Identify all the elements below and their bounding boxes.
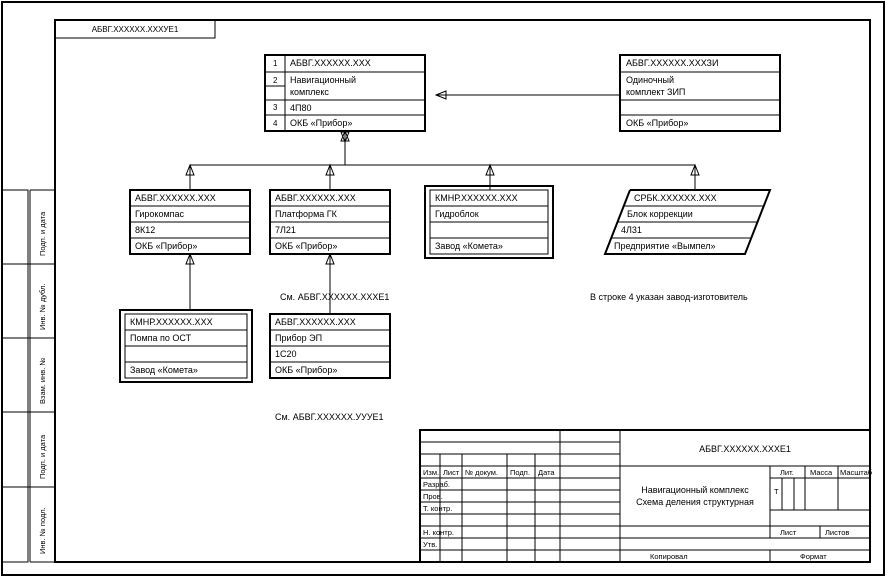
svg-text:2: 2 bbox=[273, 76, 278, 85]
svg-text:Инв. № подл.: Инв. № подл. bbox=[38, 507, 47, 554]
svg-text:4Л31: 4Л31 bbox=[621, 225, 642, 235]
svg-text:АБВГ.ХХХХХХ.ХХХ: АБВГ.ХХХХХХ.ХХХ bbox=[275, 193, 356, 203]
platform-box: АБВГ.ХХХХХХ.ХХХ Платформа ГК 7Л21 ОКБ «П… bbox=[270, 190, 390, 254]
ep-note: См. АБВГ.ХХХХХХ.УУУЕ1 bbox=[275, 412, 384, 422]
svg-text:4: 4 bbox=[273, 119, 278, 128]
svg-text:Масштаб: Масштаб bbox=[840, 468, 872, 477]
svg-text:Разраб.: Разраб. bbox=[423, 480, 450, 489]
svg-text:Н. контр.: Н. контр. bbox=[423, 528, 454, 537]
svg-text:АБВГ.ХХХХХХ.ХХХ: АБВГ.ХХХХХХ.ХХХ bbox=[275, 317, 356, 327]
svg-text:Масса: Масса bbox=[810, 468, 833, 477]
svg-text:Платформа ГК: Платформа ГК bbox=[275, 209, 338, 219]
svg-text:АБВГ.ХХХХХХ.ХХХЕ1: АБВГ.ХХХХХХ.ХХХЕ1 bbox=[699, 444, 791, 454]
svg-text:Изм.: Изм. bbox=[423, 468, 439, 477]
svg-text:Схема деления структурная: Схема деления структурная bbox=[636, 497, 754, 507]
gyro-box: АБВГ.ХХХХХХ.ХХХ Гирокомпас 8К12 ОКБ «При… bbox=[130, 190, 250, 254]
svg-text:8К12: 8К12 bbox=[135, 225, 155, 235]
svg-text:7Л21: 7Л21 bbox=[275, 225, 296, 235]
svg-text:Одиночный: Одиночный bbox=[626, 75, 674, 85]
svg-text:Блок коррекции: Блок коррекции bbox=[627, 209, 693, 219]
platform-note: См. АБВГ.ХХХХХХ.ХХХЕ1 bbox=[280, 292, 389, 302]
svg-text:Навигационный комплекс: Навигационный комплекс bbox=[641, 485, 749, 495]
svg-text:Утв.: Утв. bbox=[423, 540, 437, 549]
svg-text:№ докум.: № докум. bbox=[465, 468, 498, 477]
side-stamp: Подп. и дата Инв. № дубл. Взам. инв. № П… bbox=[38, 211, 47, 554]
svg-text:Предприятие «Вымпел»: Предприятие «Вымпел» bbox=[614, 241, 715, 251]
svg-text:Лист: Лист bbox=[780, 528, 797, 537]
svg-text:Лист: Лист bbox=[443, 468, 460, 477]
svg-text:комплекс: комплекс bbox=[290, 87, 329, 97]
zip-box: АБВГ.ХХХХХХ.ХХХЗИ Одиночный комплект ЗИП… bbox=[620, 55, 780, 131]
corner-code: АБВГ.ХХХХХХ.ХХХУЕ1 bbox=[92, 25, 179, 34]
svg-text:Формат: Формат bbox=[800, 552, 827, 561]
svg-text:АБВГ.ХХХХХХ.ХХХ: АБВГ.ХХХХХХ.ХХХ bbox=[135, 193, 216, 203]
svg-text:Лит.: Лит. bbox=[780, 468, 794, 477]
svg-text:КМНР.ХХХХХХ.ХХХ: КМНР.ХХХХХХ.ХХХ bbox=[130, 317, 213, 327]
svg-text:Т: Т bbox=[774, 487, 779, 496]
svg-text:КМНР.ХХХХХХ.ХХХ: КМНР.ХХХХХХ.ХХХ bbox=[435, 193, 518, 203]
hydroblok-box: КМНР.ХХХХХХ.ХХХ Гидроблок Завод «Комета» bbox=[425, 186, 553, 258]
root-box: 1 2 3 4 АБВГ.ХХХХХХ.ХХХ Навигационный ко… bbox=[265, 55, 425, 131]
svg-text:Гидроблок: Гидроблок bbox=[435, 209, 479, 219]
pump-box: КМНР.ХХХХХХ.ХХХ Помпа по ОСТ Завод «Коме… bbox=[120, 310, 252, 382]
svg-text:ОКБ «Прибор»: ОКБ «Прибор» bbox=[290, 118, 352, 128]
svg-text:ОКБ «Прибор»: ОКБ «Прибор» bbox=[275, 365, 337, 375]
svg-text:АБВГ.ХХХХХХ.ХХХ: АБВГ.ХХХХХХ.ХХХ bbox=[290, 58, 371, 68]
svg-text:Копировал: Копировал bbox=[650, 552, 688, 561]
svg-text:комплект ЗИП: комплект ЗИП bbox=[626, 87, 685, 97]
correction-note: В строке 4 указан завод-изготовитель bbox=[590, 292, 748, 302]
svg-text:Пров.: Пров. bbox=[423, 492, 443, 501]
title-block: Изм. Лист № докум. Подп. Дата Разраб. Пр… bbox=[420, 430, 872, 562]
correction-box: СРБК.ХХХХХХ.ХХХ Блок коррекции 4Л31 Пред… bbox=[605, 190, 770, 254]
svg-text:4П80: 4П80 bbox=[290, 103, 312, 113]
svg-text:АБВГ.ХХХХХХ.ХХХЗИ: АБВГ.ХХХХХХ.ХХХЗИ bbox=[626, 58, 718, 68]
svg-text:Листов: Листов bbox=[825, 528, 849, 537]
svg-text:Подп. и дата: Подп. и дата bbox=[38, 211, 47, 256]
svg-text:Т. контр.: Т. контр. bbox=[423, 504, 452, 513]
svg-text:СРБК.ХХХХХХ.ХХХ: СРБК.ХХХХХХ.ХХХ bbox=[634, 193, 717, 203]
svg-text:ОКБ «Прибор»: ОКБ «Прибор» bbox=[135, 241, 197, 251]
svg-text:3: 3 bbox=[273, 103, 278, 112]
svg-text:ОКБ «Прибор»: ОКБ «Прибор» bbox=[626, 118, 688, 128]
svg-text:Завод «Комета»: Завод «Комета» bbox=[130, 365, 198, 375]
svg-text:Завод «Комета»: Завод «Комета» bbox=[435, 241, 503, 251]
svg-text:1С20: 1С20 bbox=[275, 349, 297, 359]
svg-text:Навигационный: Навигационный bbox=[290, 75, 356, 85]
svg-text:ОКБ «Прибор»: ОКБ «Прибор» bbox=[275, 241, 337, 251]
svg-text:Помпа по ОСТ: Помпа по ОСТ bbox=[130, 333, 192, 343]
svg-text:Гирокомпас: Гирокомпас bbox=[135, 209, 185, 219]
svg-text:1: 1 bbox=[273, 59, 278, 68]
svg-text:Взам. инв. №: Взам. инв. № bbox=[38, 358, 47, 404]
svg-text:Инв. № дубл.: Инв. № дубл. bbox=[38, 284, 47, 330]
ep-box: АБВГ.ХХХХХХ.ХХХ Прибор ЭП 1С20 ОКБ «Приб… bbox=[270, 314, 390, 378]
svg-text:Подп.: Подп. bbox=[510, 468, 530, 477]
svg-text:Подп. и дата: Подп. и дата bbox=[38, 434, 47, 479]
svg-text:Прибор ЭП: Прибор ЭП bbox=[275, 333, 322, 343]
svg-text:Дата: Дата bbox=[538, 468, 555, 477]
